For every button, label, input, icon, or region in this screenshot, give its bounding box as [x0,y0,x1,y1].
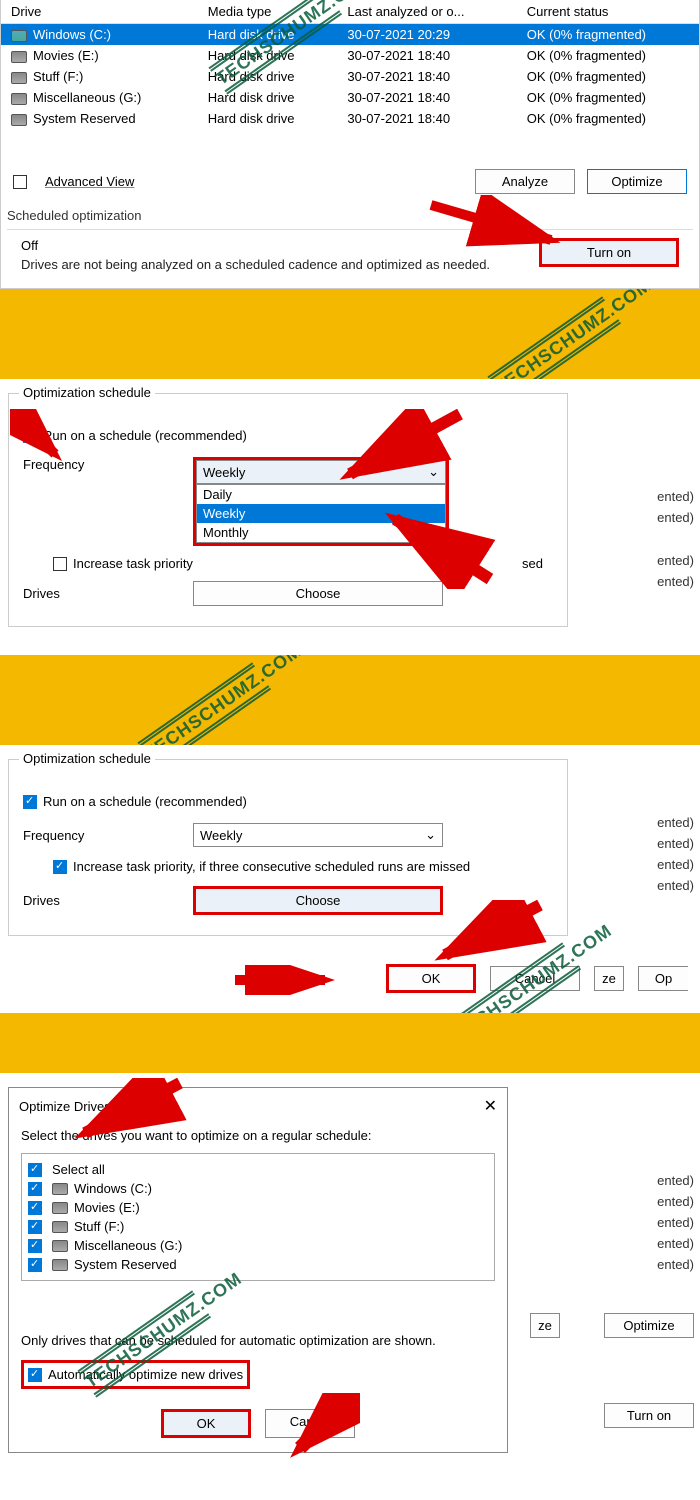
side-turn-on-button[interactable]: Turn on [604,1403,694,1428]
drive-icon [11,51,27,63]
yellow-separator: TECHSCHUMZ.COM [0,655,700,745]
turn-on-button[interactable]: Turn on [539,238,679,267]
run-on-schedule-label: Run on a schedule (recommended) [43,428,247,443]
drive-icon [11,114,27,126]
chevron-down-icon: ⌄ [425,827,436,843]
advanced-view-label: Advanced View [45,174,134,189]
frequency-options[interactable]: Daily Weekly Monthly [196,484,446,543]
drive-checkbox[interactable] [28,1220,42,1234]
partial-button[interactable]: ze [594,966,624,991]
side-optimize-button[interactable]: Optimize [604,1313,694,1338]
watermark: TECHSCHUMZ.COM [137,655,310,745]
run-on-schedule-checkbox[interactable] [23,795,37,809]
list-item[interactable]: Miscellaneous (G:) [28,1236,488,1255]
frequency-dropdown[interactable]: Weekly ⌄ [196,460,446,484]
drive-icon [52,1259,68,1271]
drive-icon [11,30,27,42]
drive-checkbox[interactable] [28,1182,42,1196]
run-on-schedule-label: Run on a schedule (recommended) [43,794,247,809]
freq-option-weekly[interactable]: Weekly [197,504,445,523]
choose-button[interactable]: Choose [193,886,443,915]
drive-table: Drive Media type Last analyzed or o... C… [1,0,699,129]
drive-icon [52,1202,68,1214]
only-drives-hint: Only drives that can be scheduled for au… [9,1327,507,1354]
run-on-schedule-checkbox[interactable] [23,429,37,443]
list-item[interactable]: Stuff (F:) [28,1217,488,1236]
analyze-button[interactable]: Analyze [475,169,575,194]
watermark: TECHSCHUMZ.COM [487,289,660,379]
drive-icon [52,1240,68,1252]
col-status[interactable]: Current status [517,0,699,24]
schedule-state: Off [21,238,539,257]
schedule-description: Drives are not being analyzed on a sched… [21,257,539,272]
drive-icon [11,72,27,84]
scheduled-optimization-header: Scheduled optimization [7,208,693,230]
increase-priority-label: Increase task priority [73,556,193,571]
partial-ze-button[interactable]: ze [530,1313,560,1338]
frequency-dropdown[interactable]: Weekly ⌄ [193,823,443,847]
cancel-button[interactable]: Cancel [265,1409,355,1438]
increase-priority-checkbox[interactable] [53,557,67,571]
table-row[interactable]: Miscellaneous (G:)Hard disk drive30-07-2… [1,87,699,108]
close-icon[interactable]: ✕ [484,1096,497,1116]
chevron-down-icon: ⌄ [428,464,439,480]
optimize-drives-main: Drive Media type Last analyzed or o... C… [0,0,700,289]
freq-option-daily[interactable]: Daily [197,485,445,504]
list-item[interactable]: System Reserved [28,1255,488,1274]
group-title: Optimization schedule [19,751,155,766]
drives-label: Drives [23,586,193,601]
dialog-prompt: Select the drives you want to optimize o… [9,1124,507,1147]
increase-priority-checkbox[interactable] [53,860,67,874]
ok-button[interactable]: OK [386,964,476,993]
partial-button[interactable]: Op [638,966,688,991]
dialog-title: Optimize Drives [19,1099,111,1114]
optimize-drives-dialog: Optimize Drives ✕ Select the drives you … [8,1087,508,1453]
table-row[interactable]: Windows (C:)Hard disk drive30-07-2021 20… [1,24,699,46]
list-item[interactable]: Windows (C:) [28,1179,488,1198]
drive-listbox[interactable]: Select all Windows (C:)Movies (E:)Stuff … [21,1153,495,1281]
yellow-separator: TECHSCHUMZ.COM [0,289,700,379]
advanced-view-checkbox[interactable] [13,175,27,189]
choose-button[interactable]: Choose [193,581,443,606]
ok-button[interactable]: OK [161,1409,251,1438]
yellow-separator [0,1013,700,1073]
drive-icon [52,1183,68,1195]
col-date[interactable]: Last analyzed or o... [337,0,516,24]
frequency-label: Frequency [23,828,193,843]
increase-priority-label: Increase task priority, if three consecu… [73,859,470,874]
select-all-label: Select all [52,1162,105,1177]
optimize-button[interactable]: Optimize [587,169,687,194]
drive-icon [52,1221,68,1233]
table-row[interactable]: Stuff (F:)Hard disk drive30-07-2021 18:4… [1,66,699,87]
optimization-schedule-group: Optimization schedule Run on a schedule … [8,759,568,936]
group-title: Optimization schedule [19,385,155,400]
drive-checkbox[interactable] [28,1258,42,1272]
list-item[interactable]: Movies (E:) [28,1198,488,1217]
select-all-checkbox[interactable] [28,1163,42,1177]
drives-label: Drives [23,893,193,908]
drive-icon [11,93,27,105]
table-row[interactable]: Movies (E:)Hard disk drive30-07-2021 18:… [1,45,699,66]
optimization-schedule-group: Optimization schedule Run on a schedule … [8,393,568,627]
col-drive[interactable]: Drive [1,0,198,24]
drive-checkbox[interactable] [28,1201,42,1215]
drive-checkbox[interactable] [28,1239,42,1253]
auto-optimize-checkbox[interactable] [28,1368,42,1382]
table-row[interactable]: System ReservedHard disk drive30-07-2021… [1,108,699,129]
frequency-label: Frequency [23,457,193,472]
freq-option-monthly[interactable]: Monthly [197,523,445,542]
